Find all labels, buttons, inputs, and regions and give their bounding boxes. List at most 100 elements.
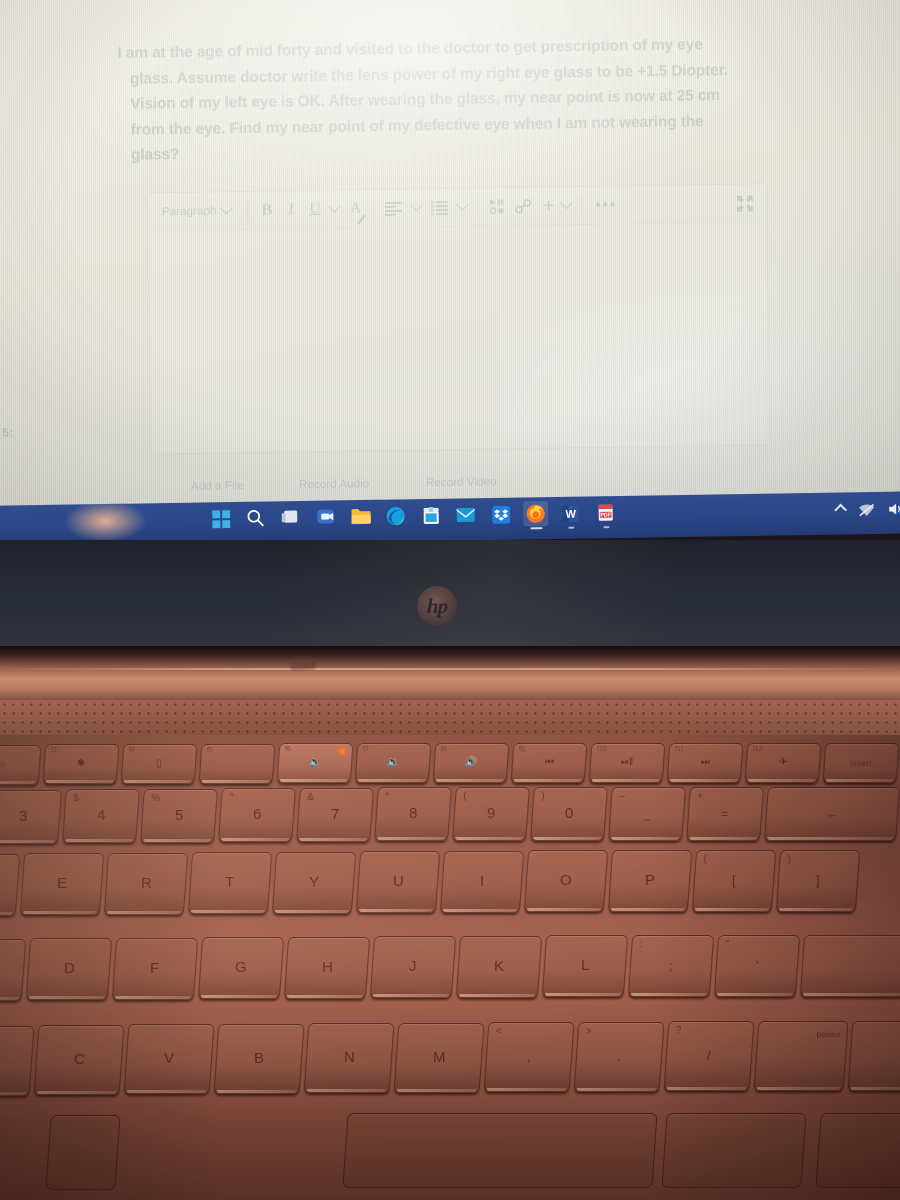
key-u[interactable]: U: [355, 851, 441, 913]
fullscreen-icon[interactable]: [732, 190, 758, 216]
key-w[interactable]: W: [0, 854, 21, 916]
key-i[interactable]: I: [439, 851, 525, 913]
key-shift-right[interactable]: [847, 1021, 900, 1091]
volume-icon[interactable]: [888, 501, 900, 516]
key-8[interactable]: * 8: [374, 787, 452, 841]
show-hidden-icons-icon[interactable]: [834, 503, 848, 517]
key-period[interactable]: >.: [573, 1022, 665, 1092]
keyboard-home-row: S D F G H J K L :; "': [0, 935, 900, 1005]
key-c[interactable]: C: [33, 1025, 125, 1095]
taskbar-mail-icon[interactable]: [453, 502, 478, 527]
key-f8-volume-up[interactable]: f8 🔊: [432, 743, 510, 783]
key-0[interactable]: ) 0: [530, 787, 608, 841]
key-x[interactable]: X: [0, 1026, 35, 1096]
mute-led-indicator: [339, 749, 345, 754]
taskbar-firefox-icon[interactable]: [522, 501, 549, 527]
bold-button[interactable]: B: [254, 197, 279, 223]
key-bracket-left[interactable]: {[: [691, 850, 777, 912]
bulleted-list-icon[interactable]: [426, 194, 453, 220]
key-j[interactable]: J: [369, 936, 457, 998]
key-f11-next-track[interactable]: f11 ⏭: [666, 743, 744, 783]
taskbar-search-icon[interactable]: [243, 505, 268, 530]
key-f2[interactable]: f2☼: [0, 745, 42, 785]
taskbar-pdf-icon[interactable]: PDF: [593, 500, 618, 525]
taskbar-dropbox-icon[interactable]: [488, 502, 513, 527]
key-3[interactable]: #3: [0, 790, 62, 844]
key-d[interactable]: D: [25, 938, 113, 1000]
editor-body[interactable]: [148, 222, 770, 454]
key-slash[interactable]: ? /: [663, 1021, 755, 1091]
chevron-down-icon[interactable]: [456, 198, 470, 211]
key-r[interactable]: R: [103, 853, 189, 915]
key-m[interactable]: M: [393, 1023, 485, 1093]
svg-text:W: W: [566, 508, 577, 520]
key-f7-volume-down[interactable]: f7 🔉: [354, 743, 432, 783]
align-left-icon[interactable]: [380, 195, 407, 221]
key-y[interactable]: Y: [271, 852, 357, 914]
key-semicolon[interactable]: :;: [627, 935, 715, 997]
key-h[interactable]: H: [283, 937, 371, 999]
network-icon[interactable]: [858, 502, 875, 516]
key-insert[interactable]: insert: [822, 743, 900, 783]
key-o[interactable]: O: [523, 850, 609, 912]
key-quote[interactable]: " ': [713, 935, 801, 997]
italic-button[interactable]: I: [279, 197, 303, 223]
key-backspace[interactable]: ←: [764, 787, 900, 841]
taskbar-file-explorer-icon[interactable]: [348, 504, 373, 529]
key-f5-keyboard-backlight[interactable]: f5: [198, 744, 276, 784]
taskbar-start-button[interactable]: [208, 506, 233, 531]
taskbar-chat-icon[interactable]: [313, 504, 338, 529]
key-f3-brightness-up[interactable]: f3 ✱: [42, 744, 120, 784]
paragraph-style-dropdown[interactable]: Paragraph: [156, 198, 240, 225]
key-t[interactable]: T: [187, 852, 273, 914]
key-g[interactable]: G: [197, 937, 285, 999]
key-7[interactable]: & 7: [296, 788, 374, 842]
taskbar-task-view-icon[interactable]: [278, 505, 303, 530]
key-space[interactable]: [342, 1113, 658, 1188]
media-player-icon[interactable]: [485, 194, 510, 220]
key-arrow-cluster[interactable]: [815, 1113, 900, 1188]
key-s[interactable]: S: [0, 939, 27, 1001]
hinge-highlight: [0, 668, 900, 670]
key-f4-display-switch[interactable]: f4 ▯: [120, 744, 198, 784]
keyboard-number-row: #3 $4 %5 ^6 &7 *8 (9 )0 –_ += ←: [0, 787, 900, 845]
key-f9-previous-track[interactable]: f9 ⏮: [510, 743, 588, 783]
key-p[interactable]: P: [607, 850, 693, 912]
key-9[interactable]: (9: [452, 787, 530, 841]
key-6[interactable]: ^ 6: [218, 788, 296, 842]
key-b[interactable]: B: [213, 1024, 305, 1094]
taskbar-glare: [59, 497, 151, 545]
link-icon[interactable]: [510, 193, 537, 219]
key-n[interactable]: N: [303, 1023, 395, 1093]
record-video-button[interactable]: Record Video: [426, 475, 497, 489]
insert-button[interactable]: +: [537, 193, 576, 220]
key-k[interactable]: K: [455, 936, 543, 998]
key-alt-right[interactable]: [661, 1113, 807, 1188]
taskbar-store-icon[interactable]: [418, 503, 443, 528]
key-minus[interactable]: – _: [608, 787, 686, 841]
more-options-button[interactable]: •••: [589, 192, 623, 218]
key-enter[interactable]: [799, 935, 900, 997]
taskbar-edge-icon[interactable]: [383, 503, 408, 528]
key-f[interactable]: F: [111, 938, 199, 1000]
key-equals[interactable]: + =: [686, 787, 764, 841]
taskbar-word-icon[interactable]: W: [558, 501, 583, 526]
text-color-button[interactable]: A: [344, 196, 367, 224]
key-e[interactable]: E: [19, 853, 105, 915]
chevron-down-icon[interactable]: [410, 198, 424, 212]
key-bracket-right[interactable]: }]: [775, 850, 861, 912]
key-4[interactable]: $4: [62, 789, 140, 843]
record-audio-button[interactable]: Record Audio: [299, 477, 369, 491]
key-l[interactable]: L: [541, 935, 629, 997]
key-f10-play-pause[interactable]: f10 ⏯‖: [588, 743, 666, 783]
key-v[interactable]: V: [123, 1024, 215, 1094]
key-ctrl-left[interactable]: [45, 1115, 121, 1190]
key-pause[interactable]: pause: [753, 1021, 849, 1091]
key-5[interactable]: % 5: [140, 789, 218, 843]
key-f12-airplane-mode[interactable]: f12 ✈: [744, 743, 822, 783]
chevron-down-icon[interactable]: [328, 200, 342, 213]
key-comma[interactable]: <,: [483, 1022, 575, 1092]
underline-button[interactable]: U: [302, 196, 325, 222]
add-a-file-button[interactable]: Add a File: [191, 479, 244, 493]
key-f6-mute[interactable]: f6 🔈: [276, 743, 354, 783]
